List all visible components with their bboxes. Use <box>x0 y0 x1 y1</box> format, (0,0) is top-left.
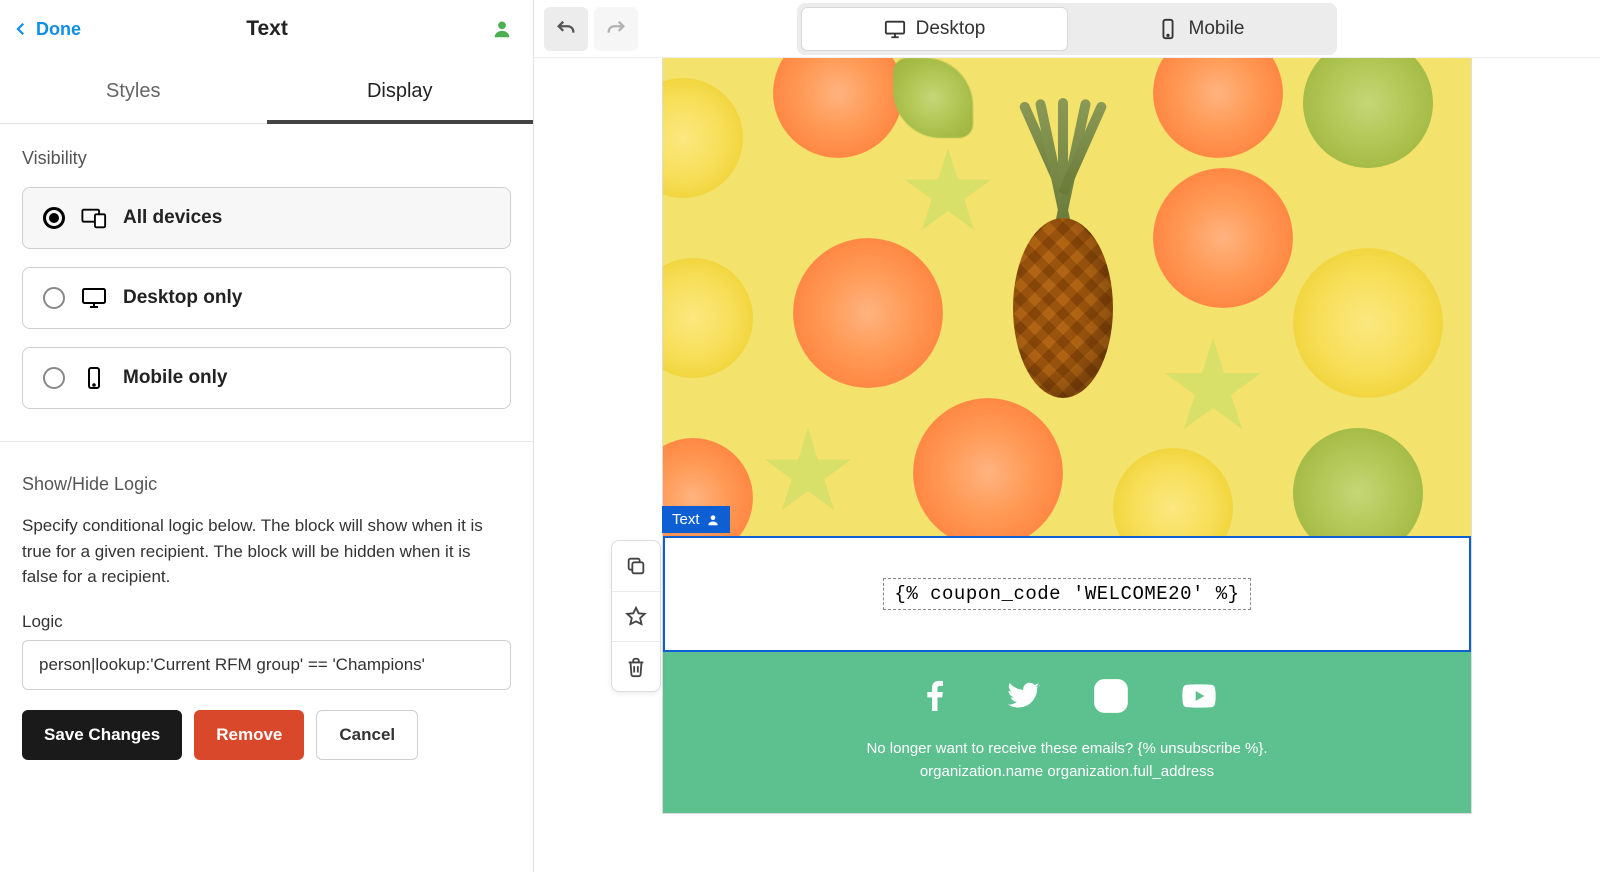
canvas-viewport: Text {% coupon_code 'WELCOME20' %} <box>534 58 1600 872</box>
duplicate-button[interactable] <box>612 541 660 591</box>
trash-icon <box>625 656 647 678</box>
star-icon <box>625 606 647 628</box>
undo-icon <box>555 18 577 40</box>
logic-description: Specify conditional logic below. The blo… <box>22 513 511 590</box>
coupon-code-tag: {% coupon_code 'WELCOME20' %} <box>883 578 1250 610</box>
user-icon <box>706 513 720 527</box>
logic-section: Show/Hide Logic Specify conditional logi… <box>0 450 533 784</box>
panel-header: Done Text <box>0 0 533 58</box>
copy-icon <box>625 555 647 577</box>
done-label: Done <box>36 19 81 40</box>
device-tab-desktop[interactable]: Desktop <box>801 7 1068 51</box>
fruit-slice <box>1293 248 1443 398</box>
youtube-icon[interactable] <box>1179 676 1219 716</box>
undo-button[interactable] <box>544 7 588 51</box>
social-links-row <box>683 676 1451 716</box>
fruit-slice <box>1153 168 1293 308</box>
fruit-slice <box>663 78 743 198</box>
hero-image-block[interactable] <box>663 58 1471 536</box>
canvas-toolbar: Desktop Mobile <box>534 0 1600 58</box>
instagram-icon[interactable] <box>1091 676 1131 716</box>
save-button[interactable]: Save Changes <box>22 710 182 760</box>
delete-button[interactable] <box>612 641 660 691</box>
footer-unsubscribe: No longer want to receive these emails? … <box>683 738 1451 761</box>
selected-text-block: Text {% coupon_code 'WELCOME20' %} <box>663 536 1471 652</box>
tab-styles[interactable]: Styles <box>0 58 267 123</box>
logic-heading: Show/Hide Logic <box>22 474 511 495</box>
remove-button[interactable]: Remove <box>194 710 304 760</box>
fruit-slice <box>1153 58 1283 158</box>
devices-icon <box>81 206 107 230</box>
fruit-slice <box>793 238 943 388</box>
fruit-slice <box>1293 428 1423 536</box>
block-action-tray <box>611 540 661 692</box>
text-block-content[interactable]: {% coupon_code 'WELCOME20' %} <box>663 536 1471 652</box>
footer-org-info: organization.name organization.full_addr… <box>683 761 1451 784</box>
redo-icon <box>605 18 627 40</box>
logic-actions: Save Changes Remove Cancel <box>22 710 511 760</box>
starfruit <box>763 428 853 518</box>
fruit-slice <box>1303 58 1433 168</box>
radio-indicator <box>43 207 65 229</box>
fruit-slice <box>1113 448 1233 536</box>
mobile-icon <box>81 366 107 390</box>
email-preview: Text {% coupon_code 'WELCOME20' %} <box>662 58 1472 814</box>
done-button[interactable]: Done <box>12 19 81 40</box>
visibility-all-devices[interactable]: All devices <box>22 187 511 249</box>
section-divider <box>0 441 533 442</box>
visibility-options: All devices Desktop only Mobile only <box>22 187 511 409</box>
footer-block[interactable]: No longer want to receive these emails? … <box>663 652 1471 813</box>
editor-side-panel: Done Text Styles Display Visibility All … <box>0 0 534 872</box>
pineapple <box>1003 98 1123 418</box>
desktop-icon <box>81 286 107 310</box>
twitter-icon[interactable] <box>1003 676 1043 716</box>
starfruit <box>1163 338 1263 438</box>
tab-label: Mobile <box>1189 18 1245 40</box>
device-preview-tabs: Desktop Mobile <box>797 3 1337 55</box>
visibility-section: Visibility All devices Desktop only Mobi… <box>0 124 533 433</box>
visibility-heading: Visibility <box>22 148 511 169</box>
logic-input[interactable] <box>22 640 511 690</box>
fruit-slice <box>913 398 1063 536</box>
starfruit <box>903 148 993 238</box>
option-label: All devices <box>123 207 222 229</box>
facebook-icon[interactable] <box>915 676 955 716</box>
visibility-desktop-only[interactable]: Desktop only <box>22 267 511 329</box>
favorite-button[interactable] <box>612 591 660 641</box>
user-icon[interactable] <box>491 18 513 40</box>
canvas-area: Desktop Mobile <box>534 0 1600 872</box>
desktop-icon <box>884 18 906 40</box>
logic-field-label: Logic <box>22 612 511 632</box>
option-label: Desktop only <box>123 287 242 309</box>
block-type-tag: Text <box>662 506 730 533</box>
block-tag-label: Text <box>672 511 700 528</box>
fruit-slice <box>773 58 903 158</box>
radio-indicator <box>43 287 65 309</box>
cancel-button[interactable]: Cancel <box>316 710 418 760</box>
device-tab-mobile[interactable]: Mobile <box>1068 7 1333 51</box>
redo-button[interactable] <box>594 7 638 51</box>
mobile-icon <box>1157 18 1179 40</box>
radio-indicator <box>43 367 65 389</box>
tab-label: Desktop <box>916 18 986 40</box>
option-label: Mobile only <box>123 367 228 389</box>
tab-display[interactable]: Display <box>267 58 534 123</box>
visibility-mobile-only[interactable]: Mobile only <box>22 347 511 409</box>
panel-tabs: Styles Display <box>0 58 533 124</box>
arrow-left-icon <box>12 20 30 38</box>
fruit-slice <box>893 58 973 138</box>
fruit-slice <box>663 258 753 378</box>
